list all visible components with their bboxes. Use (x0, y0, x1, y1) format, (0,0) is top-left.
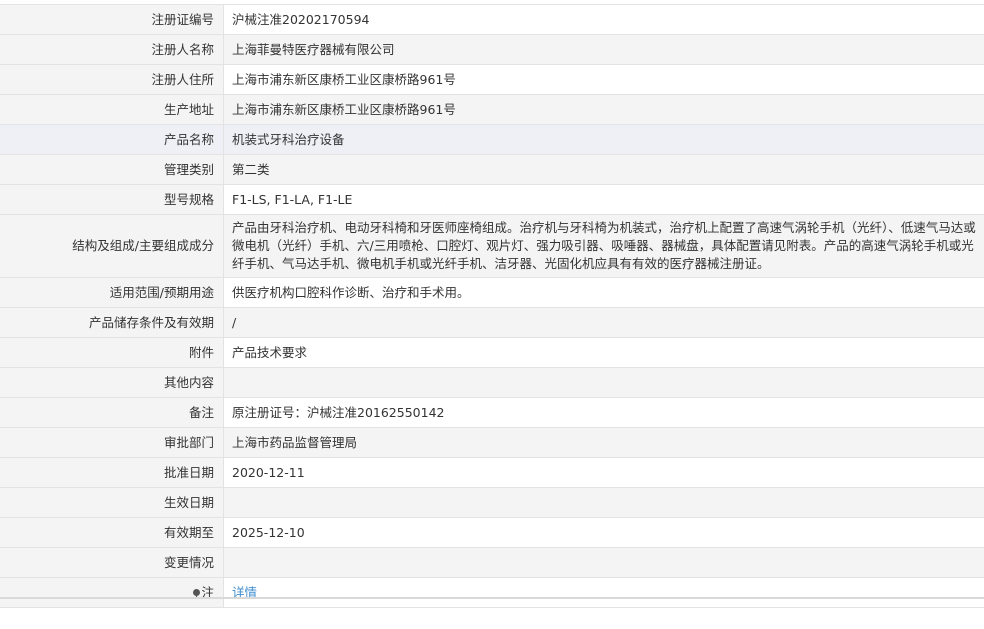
row-label: 批准日期 (0, 457, 224, 488)
row-value: 2025-12-10 (223, 517, 984, 548)
row-label: 附件 (0, 337, 224, 368)
row-label: 注册人名称 (0, 34, 224, 65)
table-row: 注册人住所 上海市浦东新区康桥工业区康桥路961号 (0, 64, 984, 95)
row-value: / (223, 307, 984, 338)
row-label: 注册证编号 (0, 4, 224, 35)
row-label: 适用范围/预期用途 (0, 277, 224, 308)
bottom-divider (0, 597, 984, 599)
note-value-cell: 详情 (223, 577, 984, 608)
table-row: 有效期至 2025-12-10 (0, 517, 984, 548)
table-row: 注册人名称 上海菲曼特医疗器械有限公司 (0, 34, 984, 65)
row-value: 上海菲曼特医疗器械有限公司 (223, 34, 984, 65)
table-row: 产品名称 机装式牙科治疗设备 (0, 124, 984, 155)
row-value: 上海市浦东新区康桥工业区康桥路961号 (223, 94, 984, 125)
row-value: 上海市药品监督管理局 (223, 427, 984, 458)
table-row: 其他内容 (0, 367, 984, 398)
row-label: 变更情况 (0, 547, 224, 578)
row-label: 备注 (0, 397, 224, 428)
row-value: 原注册证号：沪械注准20162550142 (223, 397, 984, 428)
table-row: 型号规格 F1-LS, F1-LA, F1-LE (0, 184, 984, 215)
table-row: 管理类别 第二类 (0, 154, 984, 185)
row-value: 供医疗机构口腔科作诊断、治疗和手术用。 (223, 277, 984, 308)
row-label: 生效日期 (0, 487, 224, 518)
table-row: 附件 产品技术要求 (0, 337, 984, 368)
row-value: 产品技术要求 (223, 337, 984, 368)
note-row: 注 详情 (0, 577, 984, 608)
table-row: 适用范围/预期用途 供医疗机构口腔科作诊断、治疗和手术用。 (0, 277, 984, 308)
row-label: 其他内容 (0, 367, 224, 398)
row-label: 产品名称 (0, 124, 224, 155)
row-value (223, 367, 984, 398)
row-label: 型号规格 (0, 184, 224, 215)
row-label: 管理类别 (0, 154, 224, 185)
row-value: 机装式牙科治疗设备 (223, 124, 984, 155)
table-row: 备注 原注册证号：沪械注准20162550142 (0, 397, 984, 428)
row-value: 沪械注准20202170594 (223, 4, 984, 35)
table-row: 批准日期 2020-12-11 (0, 457, 984, 488)
row-value: 产品由牙科治疗机、电动牙科椅和牙医师座椅组成。治疗机与牙科椅为机装式，治疗机上配… (223, 214, 984, 278)
row-label: 产品储存条件及有效期 (0, 307, 224, 338)
row-value: 第二类 (223, 154, 984, 185)
table-row: 结构及组成/主要组成成分 产品由牙科治疗机、电动牙科椅和牙医师座椅组成。治疗机与… (0, 214, 984, 278)
row-value (223, 547, 984, 578)
row-label: 结构及组成/主要组成成分 (0, 214, 224, 278)
table-row: 变更情况 (0, 547, 984, 578)
table-row: 生效日期 (0, 487, 984, 518)
row-label: 有效期至 (0, 517, 224, 548)
table-row: 产品储存条件及有效期 / (0, 307, 984, 338)
row-label: 注册人住所 (0, 64, 224, 95)
registration-detail-table: 注册证编号 沪械注准20202170594 注册人名称 上海菲曼特医疗器械有限公… (0, 4, 984, 608)
row-value: 上海市浦东新区康桥工业区康桥路961号 (223, 64, 984, 95)
row-value: 2020-12-11 (223, 457, 984, 488)
table-row: 审批部门 上海市药品监督管理局 (0, 427, 984, 458)
row-label: 审批部门 (0, 427, 224, 458)
table-row: 生产地址 上海市浦东新区康桥工业区康桥路961号 (0, 94, 984, 125)
row-value (223, 487, 984, 518)
table-row: 注册证编号 沪械注准20202170594 (0, 4, 984, 35)
note-label-cell: 注 (0, 577, 224, 608)
row-value: F1-LS, F1-LA, F1-LE (223, 184, 984, 215)
row-label: 生产地址 (0, 94, 224, 125)
